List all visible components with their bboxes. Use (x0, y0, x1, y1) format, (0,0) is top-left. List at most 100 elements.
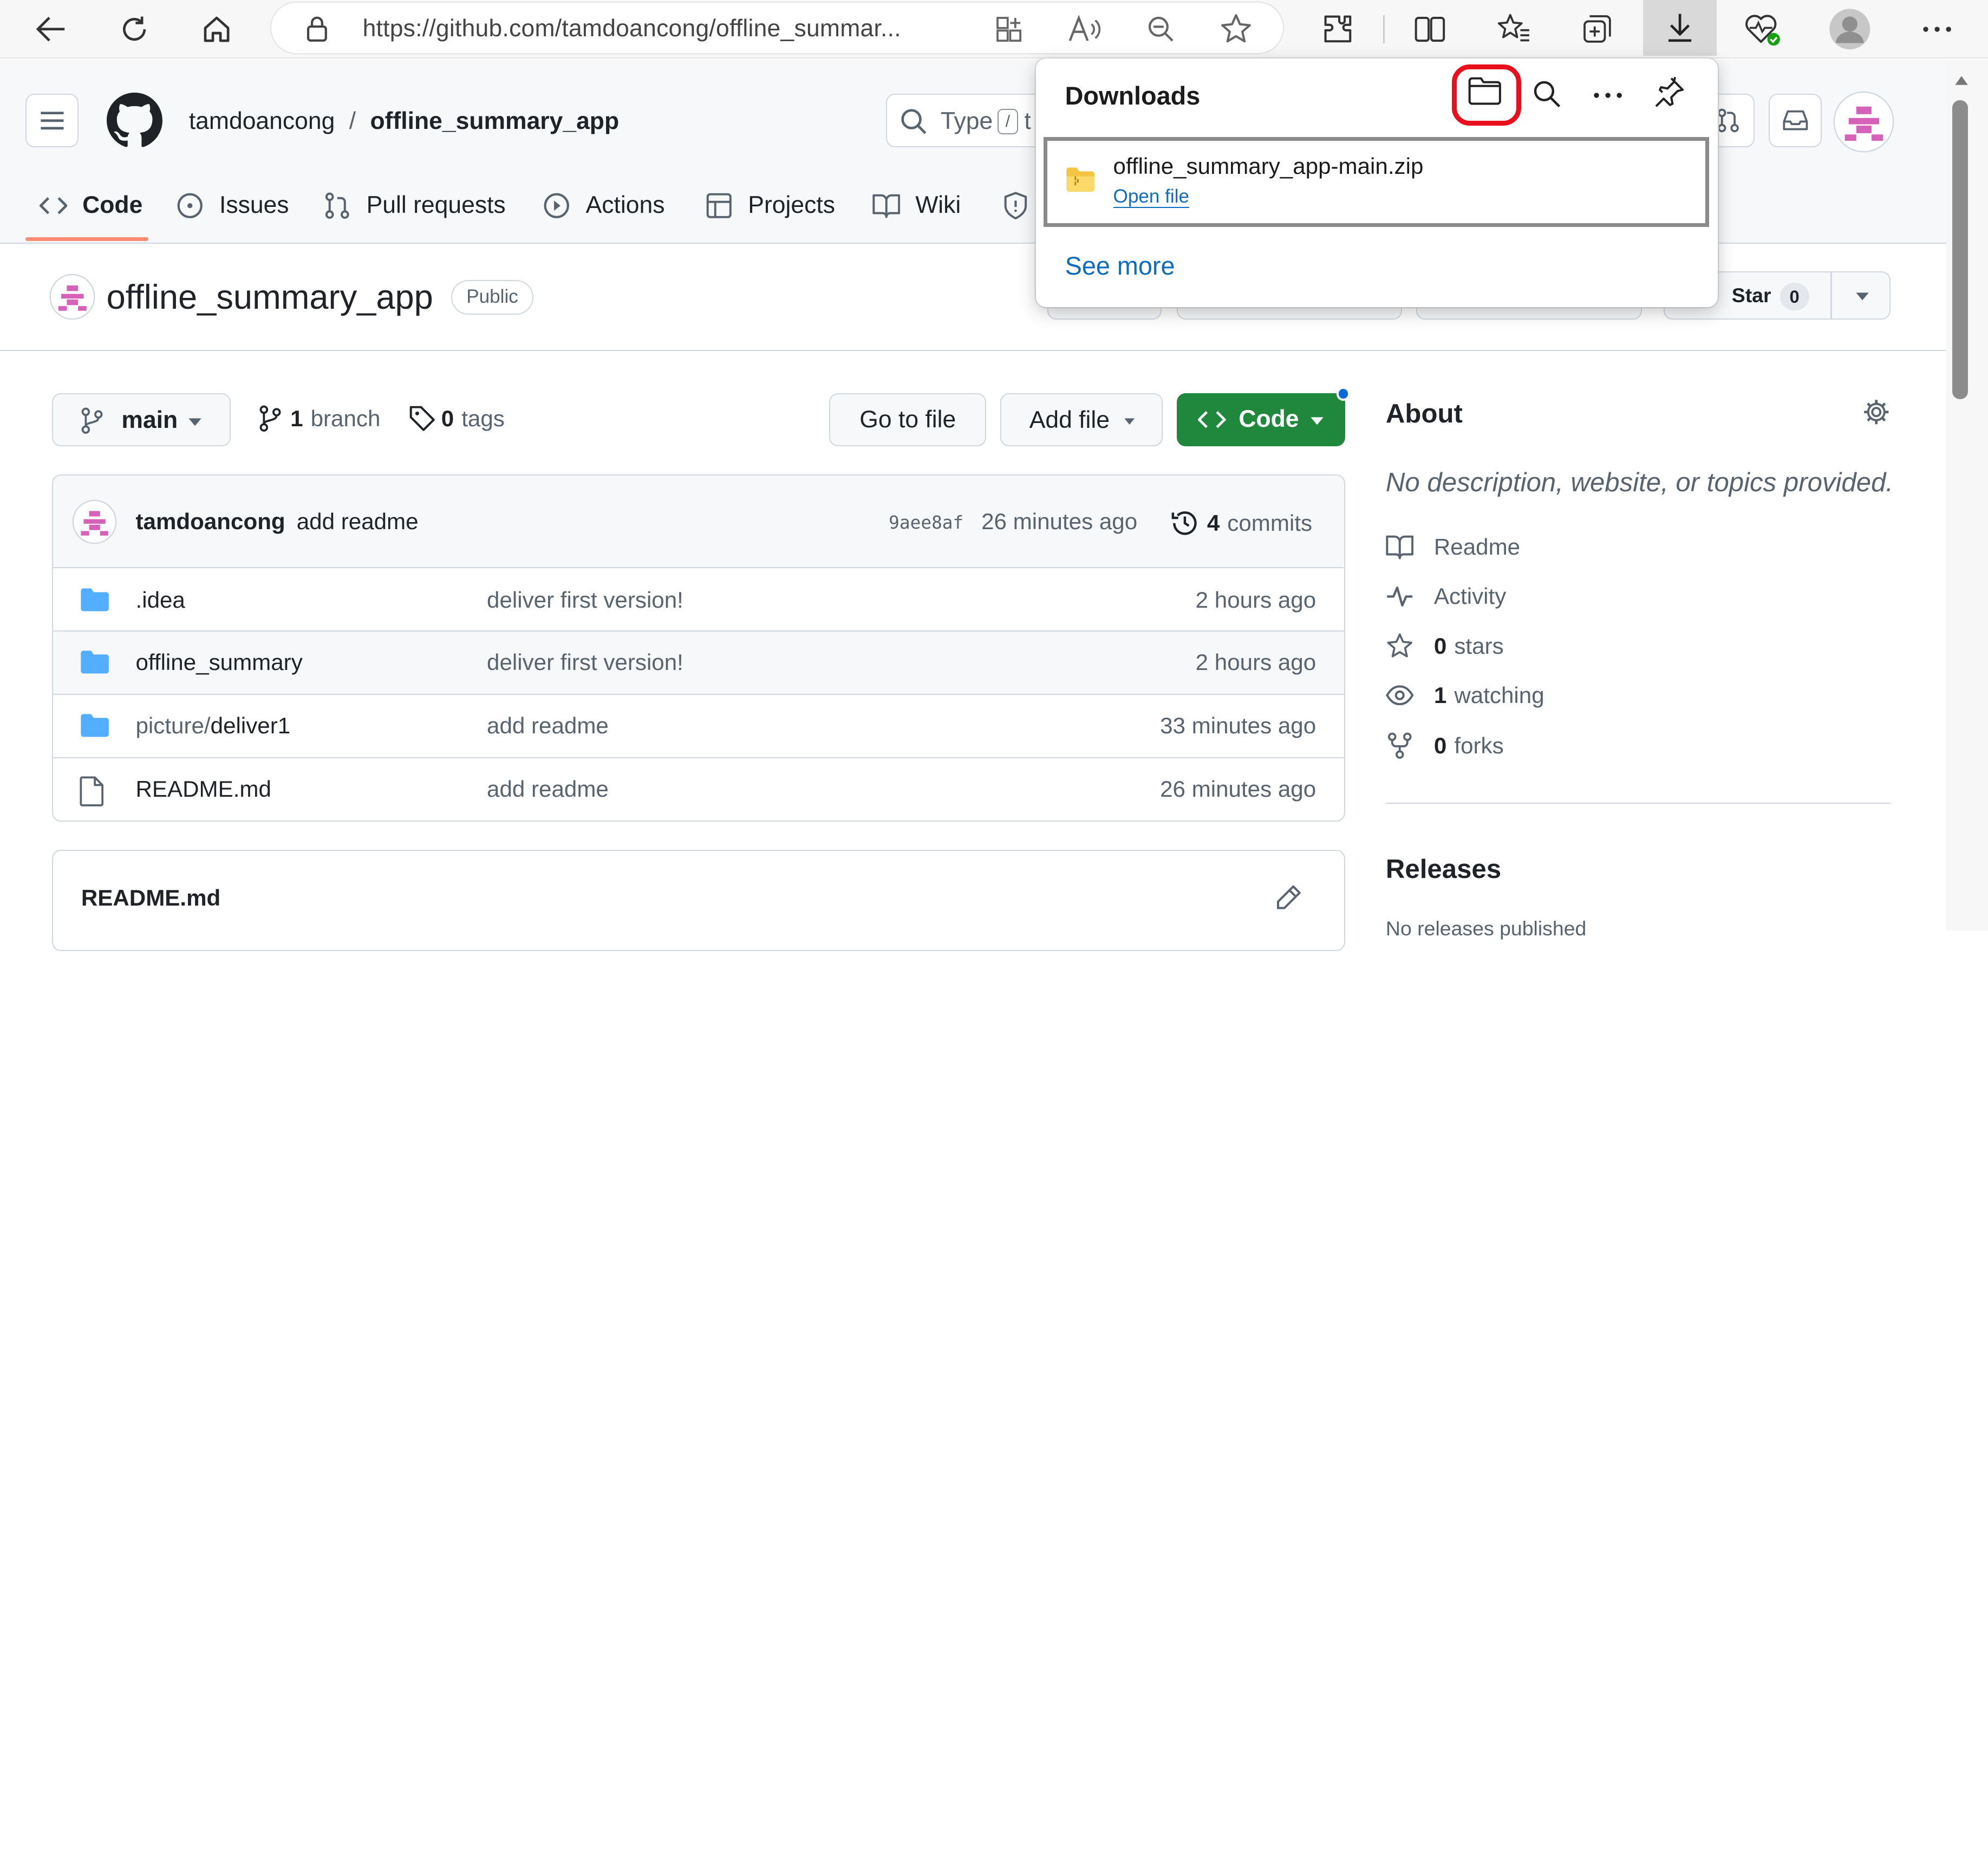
commit-author-avatar[interactable] (73, 500, 116, 543)
commit-message[interactable]: add readme (297, 509, 419, 534)
open-file-link[interactable]: Open file (1113, 186, 1190, 208)
file-icon (80, 776, 105, 806)
commit-author[interactable]: tamdoancong (136, 509, 285, 534)
file-commit-message[interactable]: add readme (487, 776, 609, 802)
tab-projects[interactable]: Projects (705, 185, 835, 226)
tab-code[interactable]: Code (39, 185, 142, 226)
issue-icon (177, 193, 203, 218)
readme-panel (51, 849, 1345, 951)
file-name-prefix: picture/ (135, 712, 211, 738)
tab-actions-label: Actions (585, 192, 665, 219)
tab-security[interactable] (1003, 185, 1028, 226)
watching-count: 1 (1433, 682, 1447, 708)
branch-count-label: branch (310, 405, 381, 431)
commit-hash[interactable]: 9aee8af (889, 512, 963, 533)
read-aloud-icon[interactable] (1067, 14, 1101, 44)
tab-pull-requests[interactable]: Pull requests (323, 185, 506, 226)
repo-title[interactable]: offline_summary_app (107, 278, 433, 317)
file-name[interactable]: README.md (136, 776, 271, 802)
table-row[interactable]: picture/deliver1 add readme 33 minutes a… (53, 695, 1344, 757)
refresh-icon[interactable] (112, 6, 157, 52)
file-commit-message[interactable]: add readme (487, 713, 609, 739)
branch-selector[interactable]: main (51, 393, 231, 447)
inbox-icon[interactable] (1768, 94, 1822, 147)
search-icon (900, 108, 928, 136)
favorites-icon[interactable] (1491, 6, 1536, 52)
code-caret-icon (1309, 416, 1325, 426)
code-button[interactable]: Code (1176, 387, 1351, 447)
tab-actions[interactable]: Actions (543, 185, 664, 226)
user-avatar[interactable] (1834, 92, 1893, 151)
owner-link[interactable]: tamdoancong (189, 108, 335, 134)
tag-icon (409, 406, 435, 431)
readme-title[interactable]: README.md (81, 885, 220, 911)
extensions-icon[interactable] (1315, 6, 1360, 52)
app-available-icon[interactable] (994, 14, 1024, 44)
file-name[interactable]: .idea (136, 587, 185, 613)
activity-link-label: Activity (1433, 583, 1507, 609)
file-commit-message[interactable]: deliver first version! (487, 587, 683, 613)
table-row[interactable]: README.md add readme 26 minutes ago (53, 758, 1344, 821)
branch-name: main (121, 407, 178, 434)
hamburger-menu-icon[interactable] (25, 94, 79, 147)
table-row[interactable]: offline_summary deliver first version! 2… (53, 631, 1344, 694)
add-file-button[interactable]: Add file (1000, 393, 1163, 447)
tags-link[interactable]: 0 tags (408, 405, 505, 433)
split-screen-icon[interactable] (1407, 6, 1453, 52)
activity-link[interactable]: Activity (1386, 583, 1506, 609)
readme-link[interactable]: Readme (1386, 534, 1520, 560)
lock-icon[interactable] (304, 15, 330, 43)
repo-link[interactable]: offline_summary_app (370, 108, 619, 134)
tab-issues[interactable]: Issues (176, 185, 289, 226)
download-file-name[interactable]: offline_summary_app-main.zip (1113, 153, 1424, 179)
more-options-icon[interactable] (1593, 92, 1623, 99)
code-icon (39, 197, 68, 214)
highlight-circle (1451, 64, 1522, 126)
file-name[interactable]: picture/deliver1 (136, 713, 291, 739)
tab-wiki[interactable]: Wiki (872, 185, 961, 226)
favorite-star-icon[interactable] (1220, 12, 1253, 45)
github-logo-icon[interactable] (106, 92, 162, 148)
book-icon (872, 194, 900, 218)
commits-link[interactable]: 4 commits (1170, 509, 1312, 538)
star-dropdown-caret-icon[interactable] (1855, 291, 1870, 302)
releases-heading[interactable]: Releases (1386, 854, 1501, 884)
go-to-file-button[interactable]: Go to file (829, 393, 987, 447)
file-name[interactable]: offline_summary (136, 649, 303, 675)
folder-icon (80, 587, 110, 613)
watching-link[interactable]: 1 watching (1385, 682, 1544, 708)
repo-owner-avatar[interactable] (50, 275, 94, 318)
download-item[interactable]: offline_summary_app-main.zip Open file (1043, 136, 1709, 227)
file-time: 2 hours ago (1195, 587, 1316, 613)
file-commit-message[interactable]: deliver first version! (487, 649, 683, 675)
search-placeholder: Type (940, 107, 993, 134)
home-icon[interactable] (194, 6, 239, 52)
zoom-out-icon[interactable] (1146, 14, 1176, 44)
scrollbar-thumb[interactable] (1952, 100, 1968, 400)
forks-count: 0 (1433, 732, 1447, 758)
table-icon (706, 193, 732, 218)
gear-icon[interactable] (1862, 398, 1891, 426)
more-menu-icon[interactable] (1914, 6, 1960, 52)
about-heading: About (1385, 399, 1463, 429)
browser-essentials-icon[interactable] (1739, 6, 1785, 52)
pencil-icon[interactable] (1274, 884, 1302, 912)
stars-link[interactable]: 0 stars (1386, 633, 1504, 659)
vertical-scrollbar[interactable] (1946, 60, 1988, 931)
play-circle-icon (544, 193, 569, 218)
profile-avatar-icon[interactable] (1827, 6, 1873, 52)
branch-count-link[interactable]: 1 branch (259, 405, 381, 433)
downloads-icon[interactable] (1643, 0, 1717, 56)
url-text[interactable]: https://github.com/tamdoancong/offline_s… (363, 15, 901, 42)
tag-count: 0 (441, 405, 454, 431)
address-bar[interactable]: https://github.com/tamdoancong/offline_s… (271, 2, 1283, 54)
folder-icon (80, 713, 110, 738)
back-icon[interactable] (28, 6, 74, 52)
table-row[interactable]: .idea deliver first version! 2 hours ago (53, 569, 1344, 632)
collections-icon[interactable] (1575, 6, 1620, 52)
forks-link[interactable]: 0 forks (1386, 732, 1504, 760)
search-downloads-icon[interactable] (1531, 79, 1562, 109)
scroll-up-arrow-icon[interactable] (1954, 75, 1969, 86)
pin-icon[interactable] (1652, 76, 1685, 109)
see-more-link[interactable]: See more (1065, 251, 1175, 281)
